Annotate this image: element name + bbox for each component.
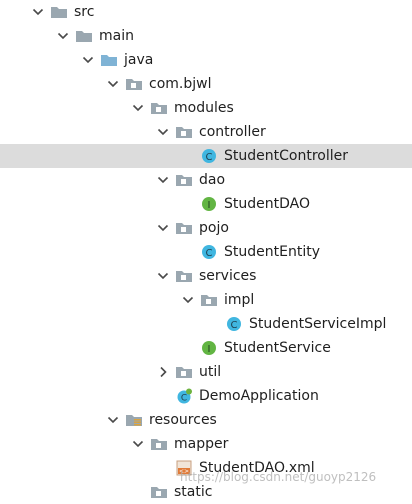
svg-text:C: C [206, 152, 213, 163]
tree-item-label: resources [149, 412, 217, 428]
watermark: https://blog.csdn.net/guoyp2126 [180, 470, 377, 484]
tree-row[interactable]: controller [0, 120, 412, 144]
tree-item-label: StudentServiceImpl [249, 316, 387, 332]
tree-row[interactable]: modules [0, 96, 412, 120]
resources-folder-icon [125, 412, 143, 428]
package-icon [175, 124, 193, 140]
tree-item-label: src [74, 4, 95, 20]
tree-item-label: dao [199, 172, 226, 188]
class-icon: C [225, 316, 243, 332]
tree-item-label: impl [224, 292, 255, 308]
tree-row[interactable]: C StudentEntity [0, 240, 412, 264]
chevron-down-icon[interactable] [130, 436, 146, 452]
chevron-down-icon[interactable] [105, 76, 121, 92]
tree-item-label: pojo [199, 220, 229, 236]
package-icon [175, 172, 193, 188]
tree-row[interactable]: java [0, 48, 412, 72]
tree-row[interactable]: I StudentService [0, 336, 412, 360]
tree-item-label: StudentDAO [224, 196, 310, 212]
svg-text:C: C [231, 320, 238, 331]
interface-icon: I [200, 340, 218, 356]
chevron-down-icon[interactable] [180, 292, 196, 308]
package-icon [150, 484, 168, 500]
tree-row[interactable]: src [0, 0, 412, 24]
tree-item-label: StudentController [224, 148, 348, 164]
svg-text:C: C [181, 394, 187, 404]
package-icon [150, 100, 168, 116]
tree-item-label: modules [174, 100, 234, 116]
package-icon [175, 364, 193, 380]
tree-item-label: mapper [174, 436, 229, 452]
tree-item-label: StudentService [224, 340, 331, 356]
tree-row[interactable]: C DemoApplication [0, 384, 412, 408]
source-folder-icon [100, 52, 118, 68]
tree-row[interactable]: com.bjwl [0, 72, 412, 96]
chevron-down-icon[interactable] [130, 100, 146, 116]
tree-row[interactable]: resources [0, 408, 412, 432]
chevron-down-icon[interactable] [155, 172, 171, 188]
folder-icon [50, 4, 68, 20]
chevron-down-icon[interactable] [55, 28, 71, 44]
package-icon [150, 436, 168, 452]
tree-row[interactable]: pojo [0, 216, 412, 240]
chevron-down-icon[interactable] [30, 4, 46, 20]
tree-item-label: util [199, 364, 222, 380]
chevron-down-icon[interactable] [105, 412, 121, 428]
tree-item-label: controller [199, 124, 266, 140]
tree-row[interactable]: mapper [0, 432, 412, 456]
package-icon [200, 292, 218, 308]
svg-text:C: C [206, 248, 213, 259]
tree-item-label: StudentEntity [224, 244, 320, 260]
svg-text:I: I [208, 200, 211, 211]
class-icon: C [200, 148, 218, 164]
spring-boot-class-icon: C [175, 388, 193, 404]
tree-row[interactable]: impl [0, 288, 412, 312]
tree-row[interactable]: dao [0, 168, 412, 192]
chevron-right-icon[interactable] [155, 364, 171, 380]
tree-row[interactable]: util [0, 360, 412, 384]
chevron-down-icon[interactable] [155, 124, 171, 140]
package-icon [175, 220, 193, 236]
tree-item-label: java [124, 52, 154, 68]
svg-text:I: I [208, 344, 211, 355]
tree-row[interactable]: C StudentServiceImpl [0, 312, 412, 336]
tree-item-label: services [199, 268, 257, 284]
tree-item-label: main [99, 28, 134, 44]
tree-item-label: DemoApplication [199, 388, 319, 404]
chevron-down-icon[interactable] [80, 52, 96, 68]
folder-icon [75, 28, 93, 44]
chevron-down-icon[interactable] [155, 268, 171, 284]
tree-row[interactable]: I StudentDAO [0, 192, 412, 216]
tree-row[interactable]: main [0, 24, 412, 48]
package-icon [175, 268, 193, 284]
tree-row[interactable]: services [0, 264, 412, 288]
tree-item-label: static [174, 484, 213, 500]
tree-row[interactable]: C StudentController [0, 144, 412, 168]
package-icon [125, 76, 143, 92]
tree-item-label: com.bjwl [149, 76, 212, 92]
chevron-down-icon[interactable] [155, 220, 171, 236]
interface-icon: I [200, 196, 218, 212]
class-icon: C [200, 244, 218, 260]
